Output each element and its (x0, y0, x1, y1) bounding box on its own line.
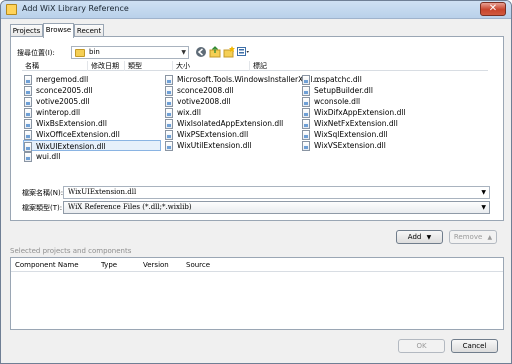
tab-browse[interactable]: Browse (43, 23, 74, 38)
cancel-button[interactable]: Cancel (451, 339, 498, 353)
file-item[interactable]: WixOfficeExtension.dll (24, 129, 160, 140)
file-item[interactable]: wix.dll (165, 107, 300, 118)
column-type[interactable]: Type (101, 261, 117, 269)
column-type-header[interactable]: 類型 (125, 61, 173, 71)
file-item[interactable]: votive2005.dll (24, 96, 160, 107)
column-modified-header[interactable]: 修改日期 (88, 61, 125, 71)
dll-file-icon (165, 108, 173, 118)
file-item[interactable]: wui.dll (24, 151, 160, 162)
filetype-label: 檔案類型(T): (22, 204, 63, 212)
view-menu-icon[interactable] (237, 46, 249, 58)
dll-file-icon (302, 119, 310, 129)
filename-input[interactable]: WixUIExtension.dll ▼ (63, 186, 490, 199)
dll-file-icon (165, 119, 173, 129)
file-item[interactable]: Microsoft.Tools.WindowsInstallerXml... (165, 74, 320, 85)
column-size-header[interactable]: 大小 (173, 61, 250, 71)
file-item[interactable]: sconce2005.dll (24, 85, 160, 96)
file-item[interactable]: wconsole.dll (302, 96, 422, 107)
new-folder-icon[interactable] (223, 46, 235, 58)
dll-file-icon (302, 130, 310, 140)
file-item[interactable]: WixBsExtension.dll (24, 118, 160, 129)
chevron-down-icon[interactable]: ▼ (481, 202, 486, 213)
file-item[interactable]: mspatchc.dll (302, 74, 422, 85)
close-button[interactable]: ✕ (480, 2, 506, 16)
dll-file-icon (165, 130, 173, 140)
file-list[interactable]: 名稱 修改日期 類型 大小 標記 mergemod.dll sconce2005… (22, 61, 488, 181)
dll-file-icon (165, 141, 173, 151)
up-folder-icon[interactable] (209, 46, 221, 58)
column-version[interactable]: Version (143, 261, 169, 269)
chevron-down-icon[interactable]: ▼ (481, 187, 486, 198)
file-item[interactable]: SetupBuilder.dll (302, 85, 422, 96)
column-source[interactable]: Source (186, 261, 210, 269)
dll-file-icon (302, 108, 310, 118)
file-item[interactable]: WixUtilExtension.dll (165, 140, 300, 151)
folder-icon (75, 49, 85, 57)
remove-button[interactable]: Remove ▲ (449, 230, 497, 244)
chevron-down-icon: ▼ (426, 234, 432, 241)
add-button[interactable]: Add ▼ (396, 230, 443, 244)
file-item[interactable]: WixSqlExtension.dll (302, 129, 422, 140)
dll-file-icon (24, 75, 32, 85)
app-icon (6, 4, 17, 15)
window-title: Add WiX Library Reference (22, 4, 129, 13)
title-bar[interactable]: Add WiX Library Reference ✕ (1, 1, 511, 19)
dll-file-icon (24, 152, 32, 162)
file-item[interactable]: winterop.dll (24, 107, 160, 118)
look-in-combo[interactable]: bin ▼ (71, 46, 189, 59)
dll-file-icon (302, 97, 310, 107)
table-header-divider (11, 271, 503, 272)
file-item[interactable]: mergemod.dll (24, 74, 160, 85)
file-item[interactable]: WixNetFxExtension.dll (302, 118, 422, 129)
add-button-label: Add (407, 233, 422, 241)
filename-label: 檔案名稱(N): (22, 189, 64, 197)
dll-file-icon (165, 97, 173, 107)
file-item[interactable]: WixPSExtension.dll (165, 129, 300, 140)
remove-button-label: Remove (453, 233, 483, 241)
dll-file-icon (302, 75, 310, 85)
column-component-name[interactable]: Component Name (15, 261, 79, 269)
dll-file-icon (24, 119, 32, 129)
dialog-window: Add WiX Library Reference ✕ Projects Bro… (0, 0, 512, 364)
file-item[interactable]: votive2008.dll (165, 96, 300, 107)
file-item-selected[interactable]: WixUIExtension.dll (23, 140, 161, 152)
chevron-up-icon: ▲ (487, 234, 493, 241)
dll-file-icon (165, 86, 173, 96)
column-tags-header[interactable]: 標記 (250, 61, 488, 71)
file-list-header: 名稱 修改日期 類型 大小 標記 (22, 61, 488, 71)
filetype-value: WiX Reference Files (*.dll;*.wixlib) (68, 203, 192, 211)
dll-file-icon (165, 75, 173, 85)
dll-file-icon (302, 86, 310, 96)
chevron-down-icon[interactable]: ▼ (181, 47, 186, 58)
column-name-header[interactable]: 名稱 (22, 61, 88, 71)
dll-file-icon (24, 130, 32, 140)
look-in-value: bin (89, 48, 100, 56)
dll-file-icon (24, 86, 32, 96)
file-item[interactable]: WixIsolatedAppExtension.dll (165, 118, 300, 129)
filename-value: WixUIExtension.dll (68, 188, 137, 196)
back-icon[interactable] (195, 46, 207, 58)
dll-file-icon (24, 97, 32, 107)
selected-components-table[interactable]: Component Name Type Version Source (10, 257, 504, 330)
dll-file-icon (302, 141, 310, 151)
selected-section-label: Selected projects and components (10, 247, 132, 255)
filetype-select[interactable]: WiX Reference Files (*.dll;*.wixlib) ▼ (63, 201, 490, 214)
look-in-label: 搜尋位置(I): (17, 49, 55, 57)
dll-file-icon (24, 108, 32, 118)
file-item[interactable]: sconce2008.dll (165, 85, 300, 96)
file-item[interactable]: WixDifxAppExtension.dll (302, 107, 422, 118)
ok-button[interactable]: OK (398, 339, 445, 353)
file-item[interactable]: WixVSExtension.dll (302, 140, 422, 151)
